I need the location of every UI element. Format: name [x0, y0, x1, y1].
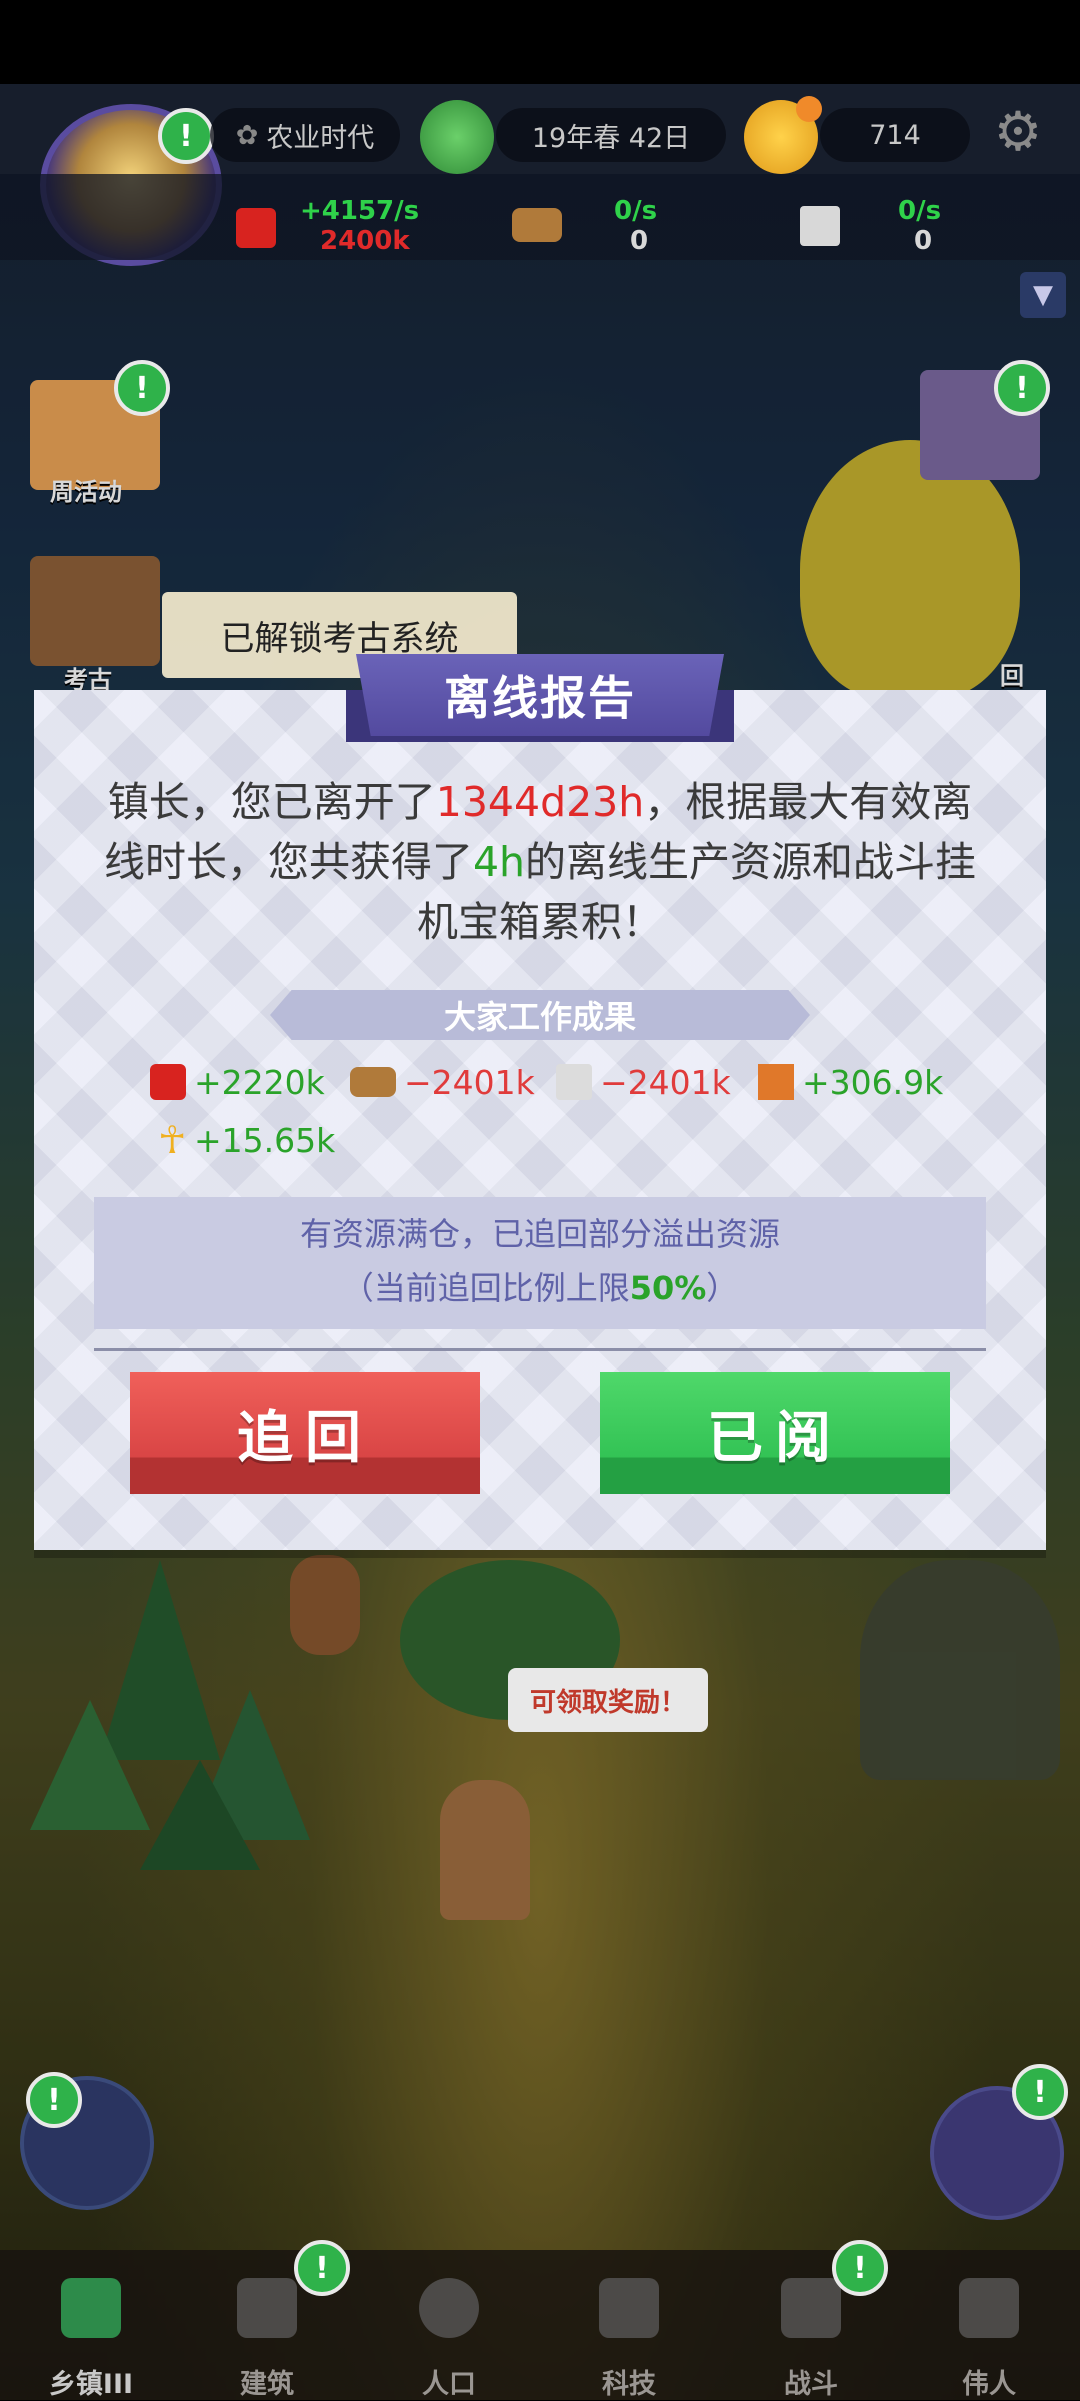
right-side-label: 回 — [1000, 662, 1024, 690]
away-time: 1344d23h — [435, 778, 645, 826]
date-pill: 19年春 42日 — [496, 108, 726, 162]
weekly-activity-label: 周活动 — [50, 478, 122, 506]
apple-icon — [150, 1064, 186, 1100]
result-ankh-value: +15.65k — [194, 1120, 336, 1160]
result-brick-value: +306.9k — [802, 1062, 944, 1102]
wood-log-icon — [350, 1067, 396, 1097]
house-icon — [237, 2278, 297, 2338]
currency-pill: 714 — [820, 108, 970, 162]
ankh-icon: ☥ — [158, 1118, 187, 1162]
nav-buildings-label: 建筑 — [240, 2369, 294, 2400]
result-apple: +2220k — [150, 1058, 325, 1106]
weekly-alert-badge: ! — [114, 360, 170, 416]
bust-icon — [959, 2278, 1019, 2338]
stone-rate: 0/s — [898, 196, 942, 226]
leaf-icon[interactable] — [420, 100, 494, 174]
unlock-notice-text: 已解锁考古系统 — [220, 618, 459, 659]
wolf-alert-badge: ! — [1012, 2064, 1068, 2120]
result-wood-value: −2401k — [404, 1062, 535, 1102]
right-alert-badge: ! — [994, 360, 1050, 416]
nav-population-label: 人口 — [422, 2369, 476, 2400]
crossed-swords-icon — [781, 2278, 841, 2338]
result-brick: +306.9k — [758, 1058, 943, 1106]
nav-great-people[interactable]: 伟人 — [914, 2250, 1064, 2400]
overflow-percent: 50% — [629, 1269, 707, 1307]
archaeology-button[interactable] — [30, 556, 160, 666]
buildings-alert-badge: ! — [294, 2240, 350, 2296]
town-icon — [61, 2278, 121, 2338]
offline-message: 镇长，您已离开了1344d23h，根据最大有效离线时长，您共获得了4h的离线生产… — [90, 772, 990, 952]
currency-amount: 714 — [869, 119, 921, 151]
era-label: 农业时代 — [266, 122, 375, 154]
result-apple-value: +2220k — [194, 1062, 325, 1102]
wood-log-icon — [512, 208, 562, 242]
citizen-alert-badge: ! — [26, 2072, 82, 2128]
game-date: 19年春 42日 — [531, 122, 691, 154]
nav-great-people-label: 伟人 — [962, 2369, 1016, 2400]
avatar-alert-badge: ! — [158, 108, 214, 164]
dialog-title-text: 离线报告 — [444, 671, 636, 725]
apple-rate: +4157/s — [300, 196, 420, 226]
nav-town-label: 乡镇III — [48, 2369, 134, 2400]
apple-amount: 2400k — [320, 226, 410, 256]
result-stone-value: −2401k — [600, 1062, 731, 1102]
book-icon — [599, 2278, 659, 2338]
nav-town[interactable]: 乡镇III — [16, 2250, 166, 2400]
stone-icon — [800, 206, 840, 246]
overflow-line2: （当前追回比例上限50%） — [94, 1261, 986, 1315]
read-button[interactable]: 已阅 — [600, 1372, 950, 1494]
nav-battle-label: 战斗 — [784, 2369, 838, 2400]
dialog-title: 离线报告 — [356, 654, 724, 736]
stone-amount: 0 — [914, 226, 933, 256]
result-wood: −2401k — [350, 1058, 535, 1106]
collapse-dropdown-button[interactable]: ▼ — [1020, 272, 1066, 318]
recover-button-label: 追回 — [237, 1405, 373, 1471]
overflow-suffix: ） — [706, 1269, 739, 1307]
brick-icon — [758, 1064, 794, 1100]
era-pill[interactable]: ✿ 农业时代 — [210, 108, 400, 162]
nav-population[interactable]: 人口 — [374, 2250, 524, 2400]
nav-technology[interactable]: 科技 — [554, 2250, 704, 2400]
recover-button[interactable]: 追回 — [130, 1372, 480, 1494]
add-currency-icon[interactable] — [796, 96, 822, 122]
gear-icon[interactable]: ⚙ — [990, 104, 1046, 160]
results-title: 大家工作成果 — [270, 990, 810, 1040]
reward-speech-bubble[interactable]: 可领取奖励！ — [508, 1668, 708, 1732]
battle-alert-badge: ! — [832, 2240, 888, 2296]
person-icon — [419, 2278, 479, 2338]
overflow-line1: 有资源满仓，已追回部分溢出资源 — [299, 1215, 780, 1253]
speech-text: 可领取奖励！ — [529, 1687, 686, 1718]
stone-icon — [556, 1064, 592, 1100]
overflow-notice: 有资源满仓，已追回部分溢出资源 （当前追回比例上限50%） — [94, 1197, 986, 1329]
nav-technology-label: 科技 — [602, 2369, 656, 2400]
dialog-divider — [94, 1348, 986, 1351]
result-ankh: ☥ +15.65k — [158, 1116, 335, 1164]
results-title-text: 大家工作成果 — [443, 998, 636, 1036]
result-stone: −2401k — [556, 1058, 731, 1106]
wood-rate: 0/s — [614, 196, 658, 226]
apple-icon — [236, 208, 276, 248]
read-button-label: 已阅 — [707, 1405, 843, 1471]
wood-amount: 0 — [630, 226, 649, 256]
wheat-icon: ✿ — [235, 119, 259, 151]
effective-time: 4h — [472, 838, 526, 886]
overflow-prefix: （当前追回比例上限 — [341, 1269, 630, 1307]
msg-part1: 镇长，您已离开了 — [107, 778, 436, 826]
